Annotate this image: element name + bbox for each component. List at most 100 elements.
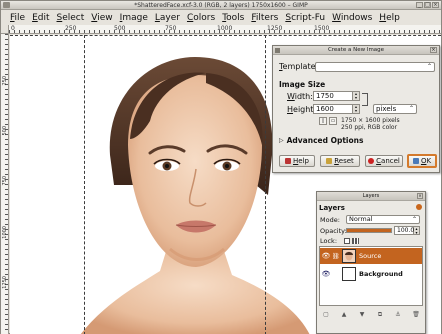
height-label: Height: <box>287 104 317 114</box>
chevron-updown-icon: ⌃ <box>426 63 432 70</box>
layer-thumbnail <box>342 267 356 281</box>
menu-help[interactable]: Help <box>379 13 400 23</box>
ruler-tick: 500 <box>114 25 126 32</box>
menu-image[interactable]: Image <box>120 13 148 23</box>
menu-script-fu[interactable]: Script-Fu <box>285 13 325 23</box>
help-icon <box>285 158 292 164</box>
new-image-dialog: Create a New Image × Template: ⌃ Image S… <box>272 45 440 173</box>
unit-value: pixels <box>376 105 397 113</box>
width-input[interactable]: 1750 <box>313 91 353 101</box>
layer-name: Background <box>359 270 403 278</box>
advanced-options-expander[interactable]: ▷ Advanced Options <box>279 136 363 145</box>
layers-dock: Layers × Layers Mode: Normal ⌃ Opacity: … <box>316 191 426 334</box>
dialog-titlebar[interactable]: Create a New Image × <box>273 46 439 55</box>
menu-file[interactable]: File <box>10 13 25 23</box>
menu-layer[interactable]: Layer <box>155 13 180 23</box>
guide-vertical[interactable] <box>265 35 266 334</box>
menu-filters[interactable]: Filters <box>251 13 278 23</box>
height-input[interactable]: 1600 <box>313 104 353 114</box>
dialog-title: Create a New Image <box>327 47 385 53</box>
layer-anchor-icon[interactable]: ⚓ <box>394 311 402 319</box>
expander-arrow-icon: ▷ <box>279 137 284 144</box>
opacity-slider-fill <box>347 229 391 232</box>
width-label: Width: <box>287 91 313 101</box>
chain-link-icon[interactable] <box>362 93 368 106</box>
dock-title: Layers <box>362 193 380 199</box>
ruler-corner[interactable] <box>1 25 9 34</box>
ruler-tick: 750 <box>2 176 8 186</box>
layer-name: Source <box>359 252 382 260</box>
image-info-res: 250 ppi, RGB color <box>341 124 398 131</box>
checker-icon <box>352 238 359 244</box>
menu-windows[interactable]: Windows <box>332 13 372 23</box>
horizontal-ruler[interactable]: 0 250 500 750 1000 1250 1500 <box>9 25 441 34</box>
image-size-heading: Image Size <box>279 80 326 89</box>
reset-button[interactable]: Reset <box>320 155 360 167</box>
mode-label: Mode: <box>320 215 340 224</box>
layer-row[interactable]: 👁 Background <box>320 266 422 282</box>
ruler-tick: 1250 <box>267 25 283 32</box>
window-titlebar[interactable]: *ShatteredFace.xcf-3.0 (RGB, 2 layers) 1… <box>1 1 441 10</box>
chevron-updown-icon: ⌃ <box>411 216 417 223</box>
close-icon[interactable]: × <box>417 193 423 199</box>
ruler-tick: 1000 <box>217 25 233 32</box>
unit-select[interactable]: pixels ⌃ <box>373 104 417 114</box>
ruler-tick: 1250 <box>2 276 8 289</box>
reset-icon <box>326 158 333 164</box>
help-button[interactable]: Help <box>279 155 315 167</box>
close-icon[interactable]: × <box>432 2 439 8</box>
height-spinner[interactable]: ▴ ▾ <box>353 104 360 114</box>
opacity-spinner[interactable]: ▴ ▾ <box>414 226 420 235</box>
cancel-button[interactable]: Cancel <box>365 155 403 167</box>
menubar: File Edit Select View Image Layer Colors… <box>1 11 441 24</box>
ruler-tick: 0 <box>11 25 15 32</box>
dock-titlebar[interactable]: Layers × <box>317 192 425 201</box>
menu-select[interactable]: Select <box>57 13 85 23</box>
portrait-icon[interactable]: ▯ <box>319 117 327 125</box>
ok-button[interactable]: OK <box>407 154 437 168</box>
ruler-tick: 250 <box>2 76 8 86</box>
layer-row[interactable]: 👁 ⛓ Source <box>320 248 422 264</box>
ruler-tick: 1500 <box>314 25 330 32</box>
opacity-slider[interactable] <box>346 228 392 233</box>
ruler-tick: 500 <box>2 126 8 136</box>
panel-menu-icon[interactable] <box>416 204 422 210</box>
chevron-updown-icon: ⌃ <box>408 105 414 112</box>
layer-lower-icon[interactable]: ▼ <box>358 311 366 319</box>
guide-horizontal[interactable] <box>10 35 441 36</box>
window-controls: _ □ × <box>416 2 439 8</box>
menu-edit[interactable]: Edit <box>32 13 49 23</box>
eye-icon[interactable]: 👁 <box>320 270 332 278</box>
eye-icon[interactable]: 👁 <box>320 252 332 260</box>
template-select[interactable]: ⌃ <box>315 62 435 72</box>
layer-raise-icon[interactable]: ▲ <box>340 311 348 319</box>
template-label: Template: <box>279 62 319 71</box>
layers-toolbar: ▢ ▲ ▼ ⧉ ⚓ 🗑 <box>319 309 423 320</box>
layer-delete-icon[interactable]: 🗑 <box>412 311 420 319</box>
menu-tools[interactable]: Tools <box>222 13 244 23</box>
vertical-ruler[interactable]: 250 500 750 1000 1250 <box>1 34 9 334</box>
mode-select[interactable]: Normal ⌃ <box>346 215 420 224</box>
close-icon[interactable]: × <box>430 47 437 53</box>
ruler-tick: 250 <box>65 25 77 32</box>
maximize-icon[interactable]: □ <box>424 2 431 8</box>
image-info-size: 1750 × 1600 pixels <box>341 117 400 124</box>
chain-icon[interactable]: ⛓ <box>332 253 340 260</box>
layer-duplicate-icon[interactable]: ⧉ <box>376 311 384 319</box>
ruler-tick: 1000 <box>2 226 8 239</box>
dialog-menu-icon[interactable] <box>275 48 280 53</box>
layer-new-icon[interactable]: ▢ <box>322 311 330 319</box>
layer-thumbnail <box>342 249 356 263</box>
menu-view[interactable]: View <box>91 13 112 23</box>
menu-colors[interactable]: Colors <box>187 13 215 23</box>
lock-pixels-checkbox[interactable] <box>344 238 350 244</box>
landscape-icon[interactable]: ▭ <box>329 117 337 125</box>
width-spinner[interactable]: ▴ ▾ <box>353 91 360 101</box>
mode-value: Normal <box>349 215 373 223</box>
guide-vertical[interactable] <box>84 35 85 334</box>
lock-label: Lock: <box>320 237 338 245</box>
minimize-icon[interactable]: _ <box>416 2 423 8</box>
opacity-input[interactable]: 100.0 <box>394 226 414 235</box>
window-title: *ShatteredFace.xcf-3.0 (RGB, 2 layers) 1… <box>134 2 308 9</box>
image-info: 1750 × 1600 pixels 250 ppi, RGB color <box>341 117 400 131</box>
